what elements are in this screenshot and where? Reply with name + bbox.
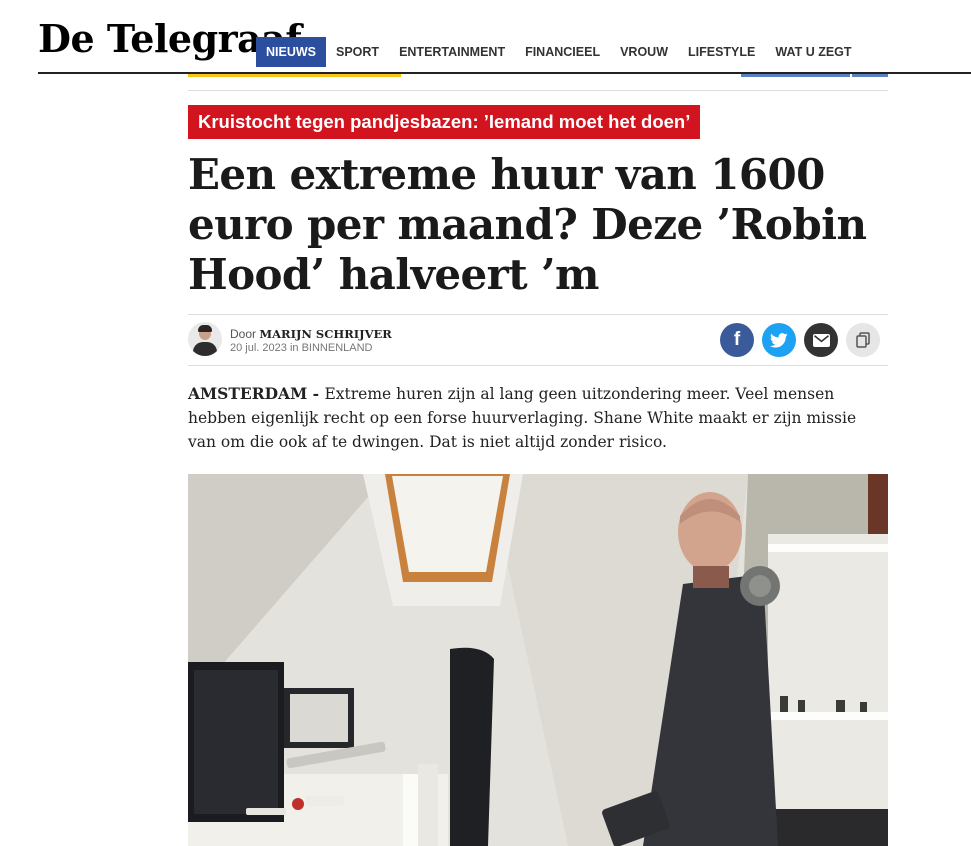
- section-name[interactable]: BINNENLAND: [302, 342, 373, 354]
- copy-link-button[interactable]: [846, 323, 880, 357]
- copy-link-icon: [856, 332, 870, 348]
- site-header: De Telegraaf NIEUWS SPORT ENTERTAINMENT …: [0, 0, 971, 74]
- share-buttons: f: [720, 323, 880, 357]
- byline-author: Door MARIJN SCHRIJVER: [230, 327, 392, 341]
- content-divider: [188, 90, 888, 91]
- share-twitter-button[interactable]: [762, 323, 796, 357]
- nav-item-wat-u-zegt[interactable]: WAT U ZEGT: [765, 37, 861, 67]
- accent-bar-blue-small: [852, 74, 888, 77]
- article-intro: AMSTERDAM - Extreme huren zijn al lang g…: [188, 382, 888, 454]
- byline-divider-bottom: [188, 365, 888, 366]
- share-email-button[interactable]: [804, 323, 838, 357]
- article-photo[interactable]: [188, 474, 888, 846]
- twitter-icon: [770, 332, 788, 348]
- nav-item-vrouw[interactable]: VROUW: [610, 37, 678, 67]
- facebook-icon: f: [733, 329, 741, 350]
- nav-item-entertainment[interactable]: ENTERTAINMENT: [389, 37, 515, 67]
- accent-bar-yellow: [188, 74, 401, 77]
- main-nav: NIEUWS SPORT ENTERTAINMENT FINANCIEEL VR…: [256, 37, 862, 67]
- byline-in: in: [289, 342, 299, 354]
- byline-meta: 20 jul. 2023 in BINNENLAND: [230, 342, 372, 354]
- nav-item-financieel[interactable]: FINANCIEEL: [515, 37, 610, 67]
- author-name[interactable]: MARIJN SCHRIJVER: [259, 327, 392, 341]
- article-headline: Een extreme huur van 1600 euro per maand…: [188, 150, 867, 299]
- accent-bar-blue: [741, 74, 850, 77]
- byline-divider-top: [188, 314, 888, 315]
- nav-item-nieuws[interactable]: NIEUWS: [256, 37, 326, 67]
- author-avatar: [188, 322, 222, 356]
- nav-item-lifestyle[interactable]: LIFESTYLE: [678, 37, 765, 67]
- nav-item-sport[interactable]: SPORT: [326, 37, 389, 67]
- share-facebook-button[interactable]: f: [720, 323, 754, 357]
- email-icon: [812, 333, 830, 347]
- publish-date: 20 jul. 2023: [230, 342, 287, 354]
- intro-dateline: AMSTERDAM -: [188, 384, 325, 403]
- article-kicker[interactable]: Kruistocht tegen pandjesbazen: ’Iemand m…: [188, 105, 701, 139]
- byline-prefix: Door: [230, 327, 257, 341]
- article-photo-image: [188, 474, 888, 846]
